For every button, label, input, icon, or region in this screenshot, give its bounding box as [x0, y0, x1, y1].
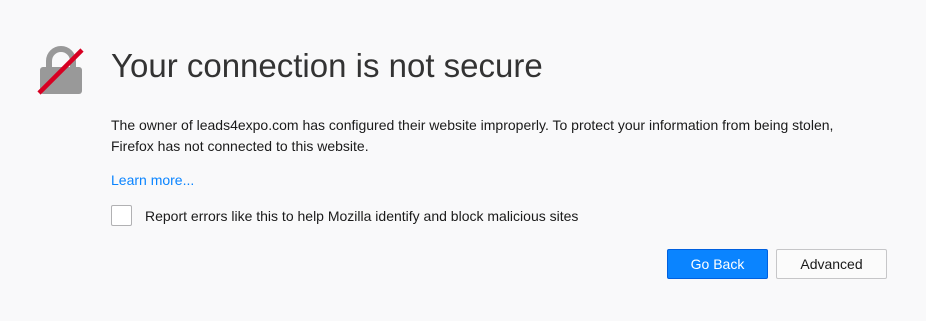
page-title: Your connection is not secure: [111, 47, 543, 84]
report-errors-option: Report errors like this to help Mozilla …: [111, 204, 578, 227]
report-errors-label[interactable]: Report errors like this to help Mozilla …: [145, 208, 578, 224]
insecure-connection-page: Your connection is not secure The owner …: [0, 0, 926, 321]
learn-more-link[interactable]: Learn more...: [111, 170, 194, 191]
advanced-button[interactable]: Advanced: [776, 249, 887, 279]
report-errors-checkbox[interactable]: [111, 205, 132, 226]
broken-lock-icon: [35, 44, 87, 96]
go-back-button[interactable]: Go Back: [667, 249, 768, 279]
error-description: The owner of leads4expo.com has configur…: [111, 117, 834, 154]
